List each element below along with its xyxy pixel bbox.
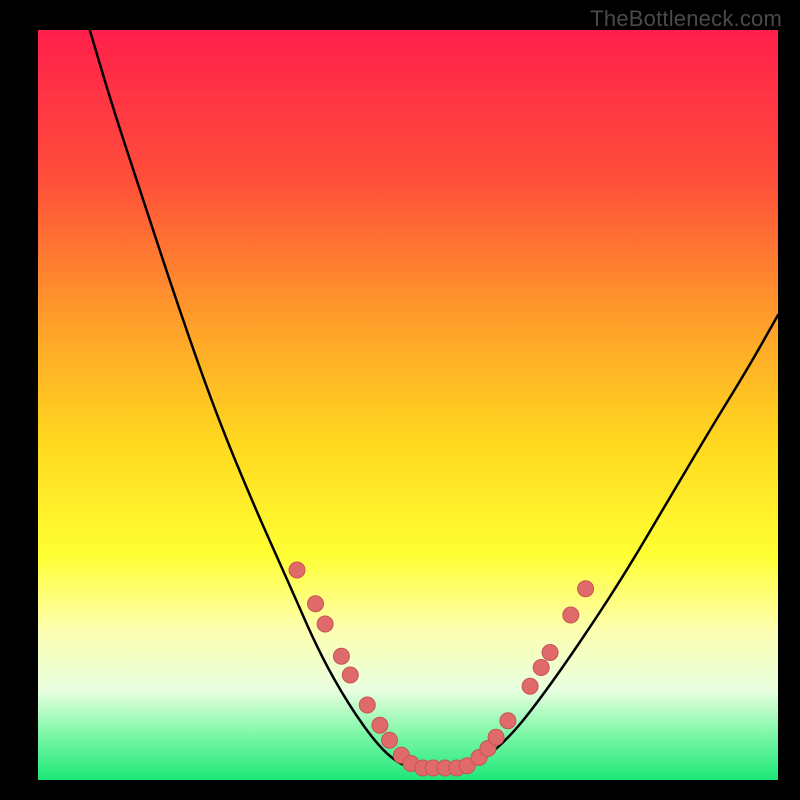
data-marker: [333, 648, 349, 664]
data-marker: [488, 729, 504, 745]
data-marker: [308, 596, 324, 612]
data-marker: [578, 581, 594, 597]
gradient-background: [38, 30, 778, 780]
data-marker: [522, 678, 538, 694]
data-marker: [342, 667, 358, 683]
data-marker: [542, 645, 558, 661]
bottleneck-curve-chart: [0, 0, 800, 800]
data-marker: [372, 717, 388, 733]
chart-stage: TheBottleneck.com: [0, 0, 800, 800]
data-marker: [317, 616, 333, 632]
data-marker: [533, 660, 549, 676]
data-marker: [563, 607, 579, 623]
data-marker: [382, 732, 398, 748]
data-marker: [359, 697, 375, 713]
data-marker: [500, 713, 516, 729]
watermark-text: TheBottleneck.com: [590, 6, 782, 32]
data-marker: [289, 562, 305, 578]
